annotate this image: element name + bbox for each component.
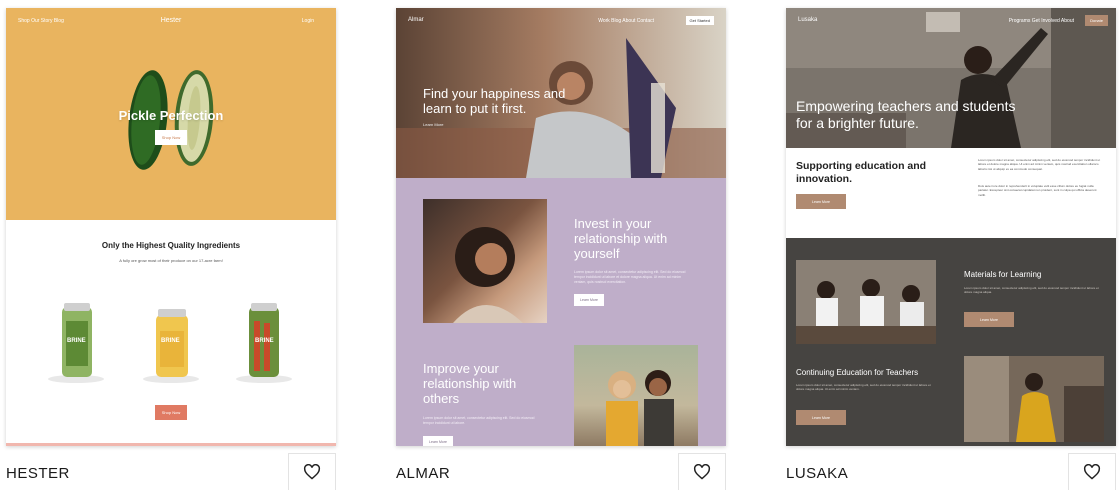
hester-hero-title: Pickle Perfection <box>118 108 224 123</box>
hester-hero-button: Shop Now <box>155 130 187 145</box>
template-name[interactable]: LUSAKA <box>786 465 848 482</box>
lusaka-block2-text: Lorem ipsum dolor sit amet, consectetur … <box>796 383 931 392</box>
almar-block1-title: Invest in your relationship with yoursel… <box>574 216 668 261</box>
almar-nav-links: Work Blog About Contact <box>598 18 654 24</box>
lusaka-block1-text: Lorem ipsum dolor sit amet, consectetur … <box>964 286 1099 295</box>
lusaka-dark-section: Materials for Learning Lorem ipsum dolor… <box>786 238 1116 446</box>
template-preview-lusaka[interactable]: Lusaka Programs Get Involved About Donat… <box>786 8 1116 446</box>
almar-block1-text: Lorem ipsum dolor sit amet, consectetur … <box>574 270 686 284</box>
almar-hero-link: Learn More <box>423 122 444 127</box>
template-preview-almar[interactable]: Almar Work Blog About Contact Get Starte… <box>396 8 726 446</box>
lusaka-photo-classroom <box>796 260 936 344</box>
lusaka-support-text-1: Lorem ipsum dolor sit amet, consectetur … <box>978 158 1101 171</box>
lusaka-support-title: Supporting education and innovation. <box>796 160 927 185</box>
almar-photo-two-women <box>574 345 698 446</box>
lusaka-support-button: Learn More <box>796 194 846 209</box>
hester-section-title: Only the Highest Quality Ingredients <box>101 241 241 250</box>
almar-lavender-section: Invest in your relationship with yoursel… <box>396 178 726 446</box>
almar-nav-button: Get Started <box>685 16 714 25</box>
almar-brand: Almar <box>408 17 424 23</box>
lusaka-hero-title: Empowering teachers and students for a b… <box>796 98 1016 131</box>
almar-hero: Almar Work Blog About Contact Get Starte… <box>396 8 726 178</box>
heart-outline-icon <box>693 464 711 480</box>
template-name[interactable]: HESTER <box>6 465 70 482</box>
template-preview-hester[interactable]: Shop Our Story Blog Hester Login Pickle … <box>6 8 336 446</box>
almar-block1-button: Learn More <box>574 294 604 306</box>
lusaka-nav: Lusaka Programs Get Involved About Donat… <box>798 15 1108 28</box>
lusaka-block1-button: Learn More <box>964 312 1014 327</box>
favorite-button[interactable] <box>1068 453 1116 490</box>
almar-photo-woman-car <box>423 199 547 323</box>
hester-section-subtitle: A fully ore grow most of their produce o… <box>119 258 223 263</box>
hester-hero: Shop Our Story Blog Hester Login Pickle … <box>6 8 336 220</box>
lusaka-photo-teacher <box>964 356 1104 442</box>
hester-jar-label-1: BRINE <box>67 338 86 344</box>
lusaka-brand: Lusaka <box>798 17 818 23</box>
card-footer: HESTER <box>0 453 340 490</box>
card-footer: ALMAR <box>391 453 731 490</box>
template-card-hester[interactable]: Shop Our Story Blog Hester Login Pickle … <box>0 0 340 490</box>
almar-block2-button: Learn More <box>423 436 453 446</box>
lusaka-hero: Lusaka Programs Get Involved About Donat… <box>786 8 1116 148</box>
favorite-button[interactable] <box>288 453 336 490</box>
hester-jar-label-2: BRINE <box>161 338 180 344</box>
card-footer: LUSAKA <box>781 453 1120 490</box>
almar-block2-title: Improve your relationship with others <box>423 361 517 406</box>
hester-shop-button: Shop Now <box>155 405 187 420</box>
template-card-lusaka[interactable]: Lusaka Programs Get Involved About Donat… <box>781 0 1120 490</box>
heart-outline-icon <box>1083 464 1101 480</box>
heart-outline-icon <box>303 464 321 480</box>
favorite-button[interactable] <box>678 453 726 490</box>
lusaka-support-text-2: Duis aute irure dolor in reprehenderit i… <box>978 184 1097 197</box>
lusaka-nav-links: Programs Get Involved About <box>1008 18 1074 24</box>
lusaka-block1-title: Materials for Learning <box>964 270 1042 279</box>
template-card-almar[interactable]: Almar Work Blog About Contact Get Starte… <box>391 0 731 490</box>
almar-hero-title: Find your happiness and learn to put it … <box>423 86 566 116</box>
template-name[interactable]: ALMAR <box>396 465 450 482</box>
hester-bottom-strip <box>6 443 336 446</box>
almar-nav: Almar Work Blog About Contact Get Starte… <box>408 16 714 28</box>
pickle-jars <box>48 303 292 383</box>
lusaka-block2-title: Continuing Education for Teachers <box>796 368 919 377</box>
hester-jar-label-3: BRINE <box>255 338 274 344</box>
lusaka-block2-button: Learn More <box>796 410 846 425</box>
lusaka-nav-button: Donate <box>1085 15 1108 26</box>
almar-block2-text: Lorem ipsum dolor sit amet, consectetur … <box>423 416 535 425</box>
